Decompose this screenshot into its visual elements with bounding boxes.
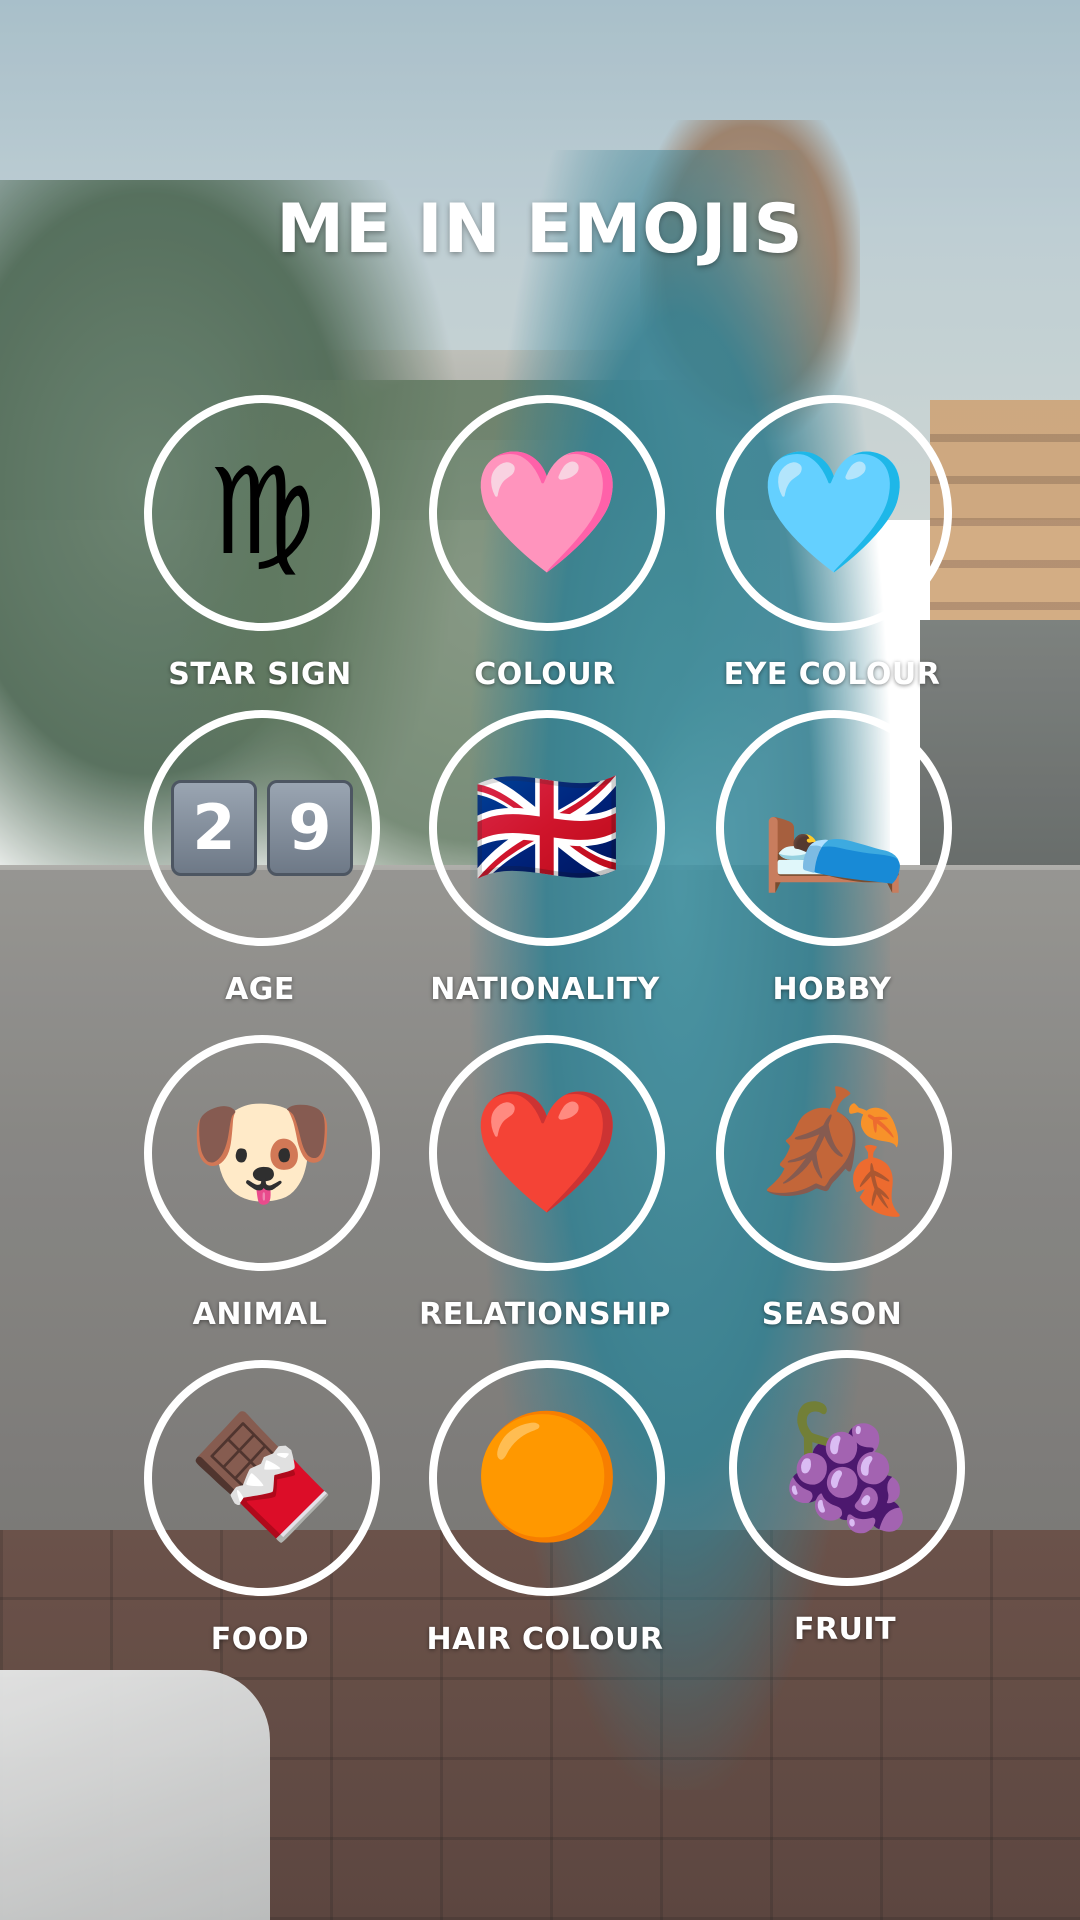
red-heart-icon: ❤️ [429,1035,665,1271]
chocolate-bar-icon: 🍫 [144,1360,380,1596]
orange-circle-icon: 🟠 [429,1360,665,1596]
emoji-card-season[interactable]: 🍂 SEASON [702,1035,962,1355]
digit: 9 [267,780,353,876]
emoji-card-colour[interactable]: 🩷 COLOUR [415,395,675,715]
pink-heart-icon: 🩷 [429,395,665,631]
emoji-card-fruit[interactable]: 🍇 FRUIT [715,1350,975,1670]
light-blue-heart-icon: 🩵 [716,395,952,631]
emoji-card-relationship[interactable]: ❤️ RELATIONSHIP [415,1035,675,1355]
emoji-card-eye-colour[interactable]: 🩵 EYE COLOUR [702,395,962,715]
emoji-card-food[interactable]: 🍫 FOOD [130,1360,390,1680]
emoji-card-hobby[interactable]: 🛌 HOBBY [702,710,962,1030]
emoji-card-age[interactable]: 2 9 AGE [130,710,390,1030]
card-label: HOBBY [772,972,892,1007]
card-label: SEASON [761,1297,903,1332]
emoji-card-hair-colour[interactable]: 🟠 HAIR COLOUR [415,1360,675,1680]
dog-face-icon: 🐶 [144,1035,380,1271]
grapes-icon: 🍇 [729,1350,965,1586]
card-label: EYE COLOUR [723,657,941,692]
person-in-bed-icon: 🛌 [716,710,952,946]
virgo-icon: ♍ [144,395,380,631]
fallen-leaves-icon: 🍂 [716,1035,952,1271]
page-title: ME IN EMOJIS [276,190,804,269]
emoji-card-nationality[interactable]: 🇬🇧 NATIONALITY [415,710,675,1030]
digit: 2 [171,780,257,876]
emoji-card-animal[interactable]: 🐶 ANIMAL [130,1035,390,1355]
card-label: FRUIT [793,1612,897,1647]
uk-flag-icon: 🇬🇧 [429,710,665,946]
emoji-card-star-sign[interactable]: ♍ STAR SIGN [130,395,390,715]
card-label: HAIR COLOUR [426,1622,664,1657]
keycap-digits-icon: 2 9 [144,710,380,946]
